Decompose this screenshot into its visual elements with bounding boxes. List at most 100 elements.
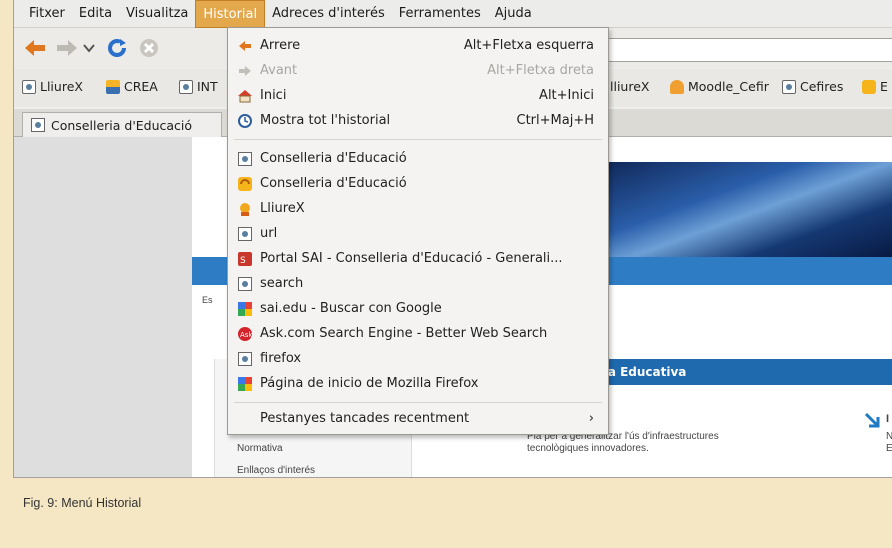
bookmark-e[interactable]: E [862, 79, 888, 94]
history-dropdown-button[interactable] [80, 36, 98, 60]
forward-arrow-icon [237, 63, 253, 79]
menu-item-label: Conselleria d'Educació [260, 176, 407, 191]
menu-item-label: Ask.com Search Engine - Better Web Searc… [260, 326, 548, 341]
history-entry[interactable]: Conselleria d'Educació [228, 146, 608, 171]
history-entry[interactable]: Página de inicio de Mozilla Firefox [228, 371, 608, 396]
menu-bar: Fitxer Edita Visualitza Historial Adrece… [14, 0, 892, 28]
stop-icon [140, 39, 158, 57]
side-link-normativa[interactable]: Normativa [237, 443, 283, 454]
tab-conselleria[interactable]: Conselleria d'Educació [22, 112, 222, 137]
bookmark-label: INT [197, 79, 218, 94]
page-icon [179, 79, 193, 94]
figure-caption: Fig. 9: Menú Historial [23, 496, 142, 510]
page-section-header: gica Educativa [572, 359, 892, 385]
bookmark-label: LliureX [40, 79, 83, 94]
crea-icon [106, 79, 120, 94]
menu-item-label: Inici [260, 88, 287, 103]
menu-item-back[interactable]: Arrere Alt+Fletxa esquerra [228, 33, 608, 58]
history-entry[interactable]: Ask Ask.com Search Engine - Better Web S… [228, 321, 608, 346]
page-icon [31, 118, 45, 132]
page-text-line2: tecnològiques innovadores. [527, 443, 649, 454]
url-bar[interactable] [604, 38, 892, 62]
sai-icon: S [237, 251, 253, 267]
page-right-letter: N [886, 431, 892, 442]
history-entry[interactable]: sai.edu - Buscar con Google [228, 296, 608, 321]
menu-item-label: Página de inicio de Mozilla Firefox [260, 376, 479, 391]
forward-arrow-icon [57, 40, 77, 56]
menu-item-shortcut: Alt+Fletxa dreta [487, 63, 594, 78]
svg-text:S: S [240, 256, 246, 266]
menu-item-shortcut: Ctrl+Maj+H [516, 113, 595, 128]
menu-visualitza[interactable]: Visualitza [119, 0, 195, 28]
page-text-fragment: Es [202, 295, 213, 305]
menu-item-label: Pestanyes tancades recentment [260, 411, 470, 426]
menu-historial[interactable]: Historial [195, 0, 266, 28]
arrow-down-right-icon [864, 412, 880, 428]
lliurex-icon [237, 201, 253, 217]
menu-item-forward[interactable]: Avant Alt+Fletxa dreta [228, 58, 608, 83]
orange-globe-icon [862, 79, 876, 94]
bookmark-crea[interactable]: CREA [106, 79, 158, 94]
menu-item-shortcut: Alt+Fletxa esquerra [463, 38, 594, 53]
menu-ferramentes[interactable]: Ferramentes [392, 0, 488, 28]
page-right-letter: I [886, 413, 890, 425]
page-icon [237, 226, 253, 242]
page-right-letter: E [886, 443, 892, 454]
bookmark-lliurex-2[interactable]: lliureX [610, 79, 649, 94]
page-icon [782, 79, 796, 94]
svg-text:Ask: Ask [240, 331, 253, 339]
menu-item-recently-closed-tabs[interactable]: Pestanyes tancades recentment › [228, 406, 608, 431]
clock-icon [237, 113, 253, 129]
google-icon [237, 376, 253, 392]
google-icon [237, 301, 253, 317]
history-entry[interactable]: S Portal SAI - Conselleria d'Educació - … [228, 246, 608, 271]
tab-title: Conselleria d'Educació [51, 117, 193, 133]
bookmark-moodle[interactable]: Moodle_Cefir [670, 79, 769, 94]
menu-item-label: url [260, 226, 278, 241]
moodle-icon [670, 79, 684, 94]
menu-item-show-all-history[interactable]: Mostra tot l'historial Ctrl+Maj+H [228, 108, 608, 133]
home-icon [237, 88, 253, 104]
menu-fitxer[interactable]: Fitxer [22, 0, 72, 28]
menu-item-home[interactable]: Inici Alt+Inici [228, 83, 608, 108]
back-arrow-icon [25, 40, 45, 56]
reload-icon [108, 39, 126, 57]
menu-adreces[interactable]: Adreces d'interés [265, 0, 392, 28]
bookmark-cefires[interactable]: Cefires [782, 79, 843, 94]
history-entry[interactable]: firefox [228, 346, 608, 371]
back-button[interactable] [22, 36, 48, 60]
ask-icon: Ask [237, 326, 253, 342]
history-entry[interactable]: Conselleria d'Educació [228, 171, 608, 196]
bookmark-lliurex[interactable]: LliureX [22, 79, 83, 94]
page-icon [22, 79, 36, 94]
chevron-down-icon [83, 44, 95, 53]
menu-item-label: search [260, 276, 304, 291]
history-entry[interactable]: LliureX [228, 196, 608, 221]
side-link-enllacos[interactable]: Enllaços d'interés [237, 465, 315, 476]
orange-globe-icon [237, 176, 253, 192]
history-entry[interactable]: url [228, 221, 608, 246]
submenu-arrow-icon: › [588, 411, 594, 426]
bookmark-int[interactable]: INT [179, 79, 218, 94]
menu-item-label: LliureX [260, 201, 305, 216]
menu-edita[interactable]: Edita [72, 0, 119, 28]
page-icon [237, 151, 253, 167]
menu-ajuda[interactable]: Ajuda [488, 0, 539, 28]
menu-item-label: Arrere [260, 38, 301, 53]
page-icon [237, 351, 253, 367]
menu-item-label: firefox [260, 351, 302, 366]
back-arrow-icon [237, 38, 253, 54]
bookmark-label: Moodle_Cefir [688, 79, 769, 94]
history-entry[interactable]: search [228, 271, 608, 296]
bookmark-label: E [880, 79, 888, 94]
forward-button[interactable] [54, 36, 80, 60]
bookmark-label: lliureX [610, 79, 650, 94]
menu-item-label: Conselleria d'Educació [260, 151, 407, 166]
stop-button[interactable] [136, 36, 162, 60]
menu-separator [234, 402, 602, 403]
reload-button[interactable] [104, 36, 130, 60]
menu-item-label: Portal SAI - Conselleria d'Educació - Ge… [260, 251, 563, 266]
historial-menu: Arrere Alt+Fletxa esquerra Avant Alt+Fle… [227, 27, 609, 435]
menu-item-label: Mostra tot l'historial [260, 113, 391, 128]
menu-item-shortcut: Alt+Inici [539, 88, 594, 103]
